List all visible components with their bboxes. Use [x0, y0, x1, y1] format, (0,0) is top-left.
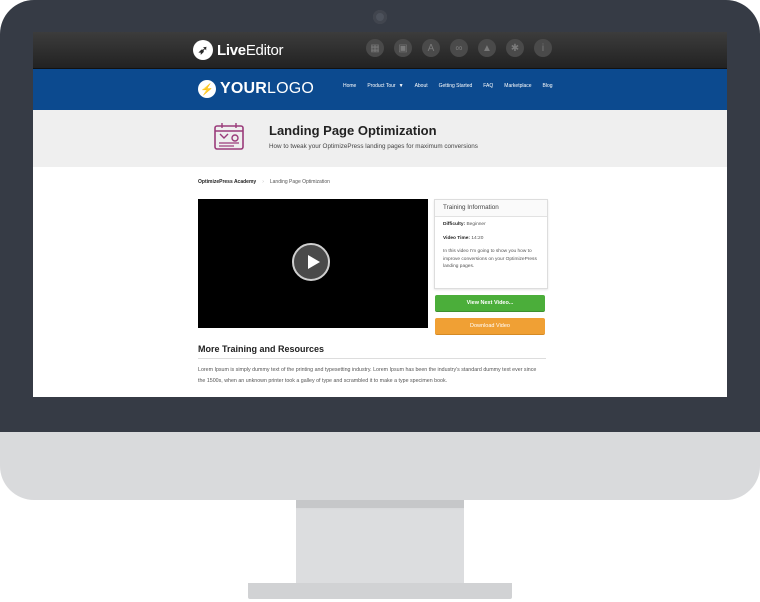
- rocket-icon: ➶: [193, 40, 213, 60]
- training-info-heading: Training Information: [435, 200, 547, 217]
- site-header: ⚡ YOURLOGO Home Product Tour ▼ About Gett…: [33, 69, 727, 110]
- breadcrumb-separator-icon: ›: [262, 179, 264, 185]
- caret-down-icon: ▼: [398, 83, 404, 89]
- training-description: In this video I'm going to show you how …: [443, 249, 537, 269]
- monitor-chin: [0, 432, 760, 500]
- training-info-panel: Training Information Difficulty: Beginne…: [434, 199, 548, 289]
- more-training-title: More Training and Resources: [198, 344, 325, 354]
- menu-item-getting-started[interactable]: Getting Started: [439, 83, 473, 89]
- grid-icon[interactable]: ▦: [366, 39, 384, 57]
- play-icon[interactable]: [292, 243, 330, 281]
- breadcrumb-current: Landing Page Optimization: [269, 179, 330, 185]
- lock-icon[interactable]: ▲: [478, 39, 496, 57]
- layout-icon[interactable]: ▣: [394, 39, 412, 57]
- typography-icon[interactable]: A: [422, 39, 440, 57]
- training-info-body: Difficulty: Beginner Video Time: 14:20 I…: [435, 217, 547, 281]
- breadcrumb-home[interactable]: OptimizePress Academy: [198, 179, 256, 185]
- monitor: ➶ LiveEditor ▦ ▣ A ∞ ▲ ✱ i ⚡ YOURLOGO Ho…: [0, 0, 760, 599]
- more-training-text: Lorem Ipsum is simply dummy text of the …: [198, 367, 537, 384]
- page-hero: Landing Page Optimization How to tweak y…: [33, 110, 727, 167]
- screen: ➶ LiveEditor ▦ ▣ A ∞ ▲ ✱ i ⚡ YOURLOGO Ho…: [33, 32, 727, 397]
- live-editor-toolbar: ➶ LiveEditor ▦ ▣ A ∞ ▲ ✱ i: [33, 32, 727, 69]
- stand-shadow: [296, 500, 464, 508]
- page-title: Landing Page Optimization: [269, 123, 437, 138]
- page-subtitle: How to tweak your OptimizePress landing …: [269, 143, 478, 150]
- site-logo[interactable]: ⚡ YOURLOGO: [198, 80, 314, 98]
- video-player[interactable]: [198, 199, 428, 328]
- menu-item-home[interactable]: Home: [343, 83, 356, 89]
- bolt-icon: ⚡: [198, 80, 216, 98]
- info-icon[interactable]: i: [534, 39, 552, 57]
- menu-item-about[interactable]: About: [415, 83, 428, 89]
- webcam: [373, 10, 387, 24]
- monitor-stand-base: [248, 583, 512, 599]
- menu-item-faq[interactable]: FAQ: [483, 83, 493, 89]
- section-divider: [198, 358, 546, 359]
- menu-item-product-tour[interactable]: Product Tour ▼: [367, 83, 403, 89]
- browser-settings-icon: [214, 123, 244, 150]
- logo-text: YOURLOGO: [220, 80, 315, 97]
- link-icon[interactable]: ∞: [450, 39, 468, 57]
- live-editor-logo: ➶ LiveEditor: [193, 40, 284, 60]
- editor-tools: ▦ ▣ A ∞ ▲ ✱ i: [366, 39, 552, 57]
- live-editor-brand: LiveEditor: [217, 41, 284, 59]
- monitor-stand-neck: [296, 500, 464, 592]
- difficulty-row: Difficulty: Beginner: [443, 222, 486, 227]
- settings-icon[interactable]: ✱: [506, 39, 524, 57]
- view-next-video-button[interactable]: View Next Video...: [435, 295, 545, 312]
- video-time-row: Video Time: 14:20: [443, 235, 484, 241]
- menu-item-blog[interactable]: Blog: [543, 83, 553, 89]
- main-menu: Home Product Tour ▼ About Getting Started…: [343, 83, 553, 89]
- breadcrumb: OptimizePress Academy › Landing Page Opt…: [198, 179, 330, 185]
- menu-item-marketplace[interactable]: Marketplace: [504, 83, 531, 89]
- download-video-button[interactable]: Download Video: [435, 318, 545, 335]
